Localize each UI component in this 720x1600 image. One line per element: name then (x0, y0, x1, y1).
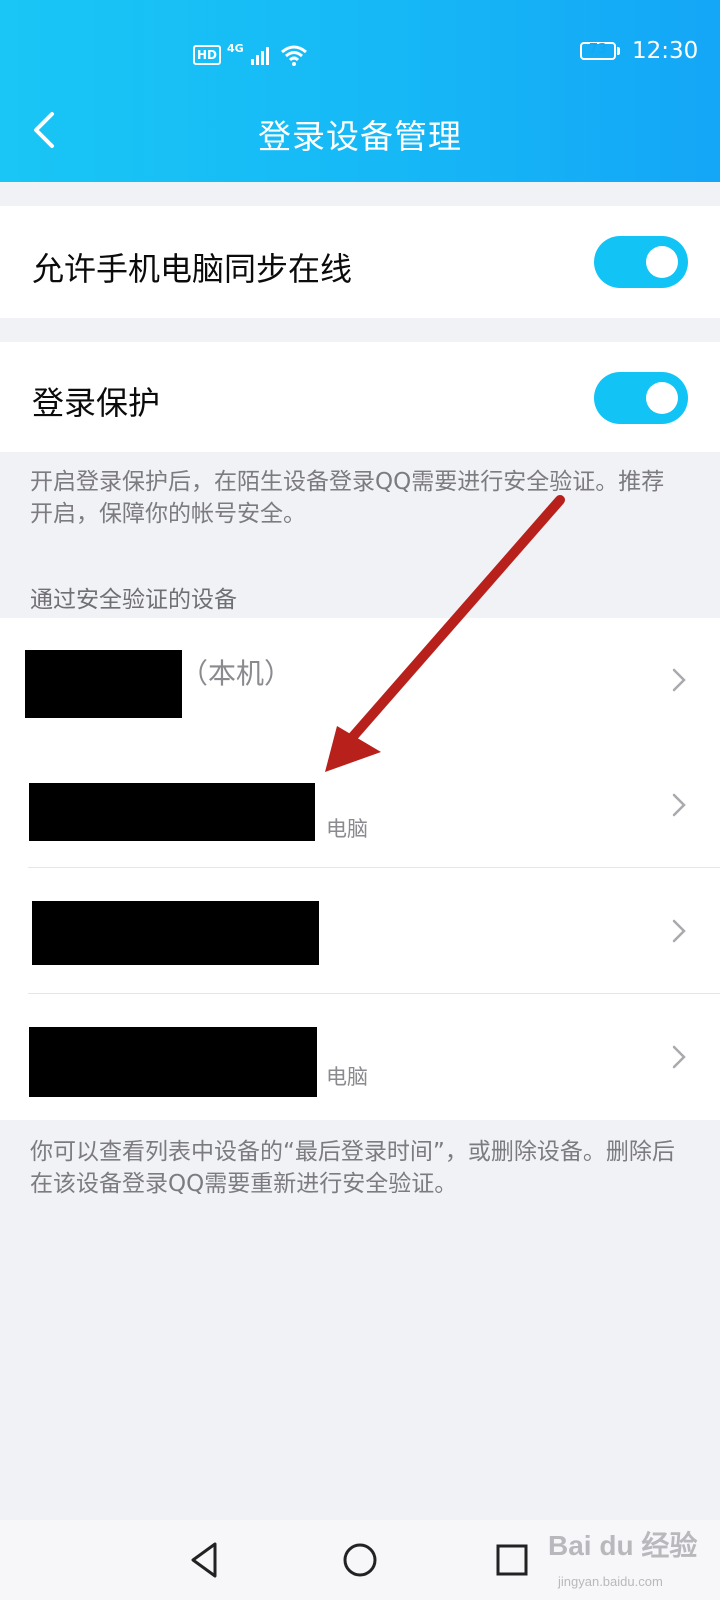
watermark: Bai du 经验 (548, 1530, 698, 1561)
watermark-url: jingyan.baidu.com (558, 1574, 663, 1589)
home-circle-icon[interactable] (338, 1538, 382, 1582)
recents-square-icon[interactable] (490, 1538, 534, 1582)
annotation-arrow-icon (325, 495, 565, 772)
back-triangle-icon[interactable] (183, 1538, 227, 1582)
